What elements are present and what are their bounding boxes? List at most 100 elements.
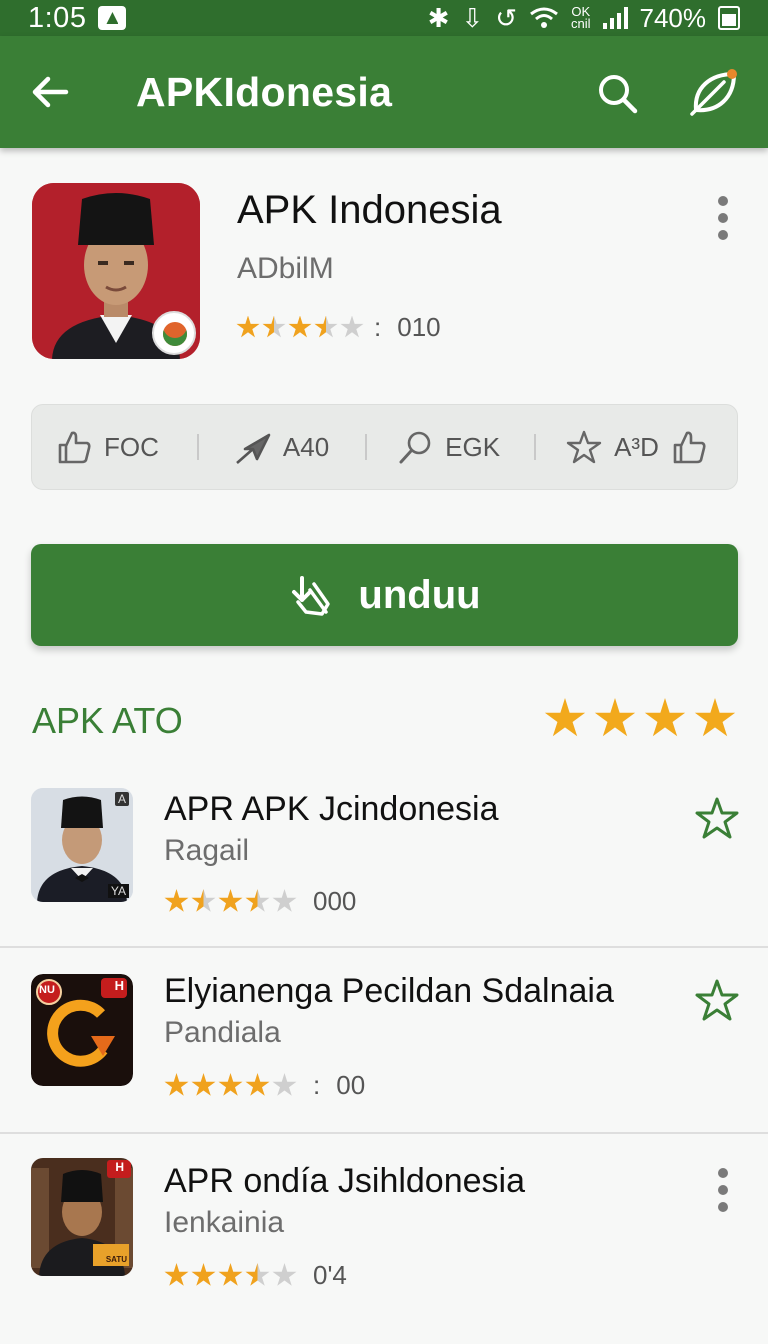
leaf-icon[interactable] (688, 66, 740, 118)
list-item-rating: 000 (164, 886, 356, 917)
list-item[interactable]: A YA APR APK Jcindonesia Ragail 000 (0, 780, 768, 946)
star-icon (594, 698, 636, 737)
battery-icon (718, 6, 740, 30)
star-icon (314, 315, 338, 338)
download-icon: ⇩ (461, 2, 484, 33)
star-icon (164, 889, 189, 912)
list-item-name: APR ondíа Jsihldonesia (164, 1162, 526, 1200)
star-icon (288, 315, 312, 338)
star-icon (340, 315, 364, 338)
star-icon (272, 1263, 297, 1286)
search-icon[interactable] (596, 72, 638, 114)
thumbnail-tag: YA (107, 884, 129, 898)
list-item-rating: 0'4 (164, 1260, 347, 1291)
download-label: unduu (358, 572, 481, 617)
thumbnail-tag: NU (39, 984, 55, 996)
download-tap-icon (292, 576, 331, 616)
plane-icon (236, 433, 271, 464)
wifi-icon (530, 7, 558, 28)
section-rating (544, 698, 736, 740)
divider (534, 434, 537, 460)
star-icon (272, 1073, 297, 1096)
list-item-developer: Ienkainia (164, 1206, 285, 1239)
star-icon (218, 1073, 243, 1096)
section-title: APK ATO (32, 700, 183, 741)
status-time: 1:05 (28, 1, 87, 34)
app-rating: : 010 (236, 312, 441, 343)
app-developer[interactable]: ADbilM (237, 252, 334, 286)
list-divider (0, 1132, 768, 1134)
action-label: EGK (445, 431, 501, 462)
status-icons: ✱ ⇩ ↺ OK cnil 740% (428, 3, 740, 34)
star-icon (245, 1073, 270, 1096)
action-label: FOC (104, 431, 159, 462)
rating-separator: : (374, 312, 382, 342)
star-icon (566, 430, 602, 464)
star-icon (164, 1263, 189, 1286)
star-icon (544, 698, 586, 737)
list-item[interactable]: H NU Elyianenga Pecildan Sdalnaia Pandia… (0, 962, 768, 1132)
list-item-count: 00 (336, 1070, 366, 1100)
rating-count: 010 (397, 312, 441, 342)
list-item-count: 000 (313, 886, 357, 916)
notification-icon (98, 6, 127, 30)
action-label: A40 (282, 431, 330, 462)
thumbnail-tag: A (114, 792, 129, 806)
app-thumbnail: H NU (31, 974, 133, 1086)
more-vert-icon[interactable] (718, 196, 728, 240)
app-thumbnail: H SATU (31, 1158, 133, 1276)
star-outline-icon[interactable] (694, 796, 740, 842)
star-icon (218, 889, 243, 912)
divider (196, 434, 199, 460)
rating-separator: : (313, 1070, 321, 1100)
signal-icon (602, 7, 628, 29)
app-name: APK Indonesia (237, 188, 502, 232)
action-egk[interactable]: EGK (397, 405, 500, 489)
arrow-left-icon[interactable] (30, 72, 70, 112)
star-icon (262, 315, 286, 338)
more-vert-icon[interactable] (718, 1168, 728, 1212)
divider (365, 434, 368, 460)
list-item-name: Elyianenga Pecildan Sdalnaia (164, 972, 614, 1010)
star-icon (191, 1263, 216, 1286)
app-thumbnail: A YA (31, 788, 133, 902)
thumbnail-tag: SATU (105, 1255, 127, 1264)
download-button[interactable]: unduu (31, 544, 738, 646)
list-divider (0, 946, 768, 948)
action-a40[interactable]: A40 (235, 405, 329, 489)
list-item-developer: Ragail (164, 834, 250, 867)
list-item-rating: : 00 (164, 1070, 365, 1101)
app-icon (32, 183, 200, 359)
star-outline-icon[interactable] (694, 978, 740, 1024)
status-bar: 1:05 ✱ ⇩ ↺ OK cnil 740% (0, 0, 768, 36)
star-icon (236, 315, 260, 338)
star-icon (272, 889, 297, 912)
action-foc[interactable]: FOC (56, 405, 159, 489)
star-icon (218, 1263, 243, 1286)
list-item-name: APR APK Jcindonesia (164, 790, 499, 828)
thumbs-up-icon (673, 431, 706, 464)
list-item[interactable]: H SATU APR ondíа Jsihldonesia Ienkainia … (0, 1148, 768, 1318)
battery-text: 740% (639, 2, 707, 33)
thumbnail-tag: H (114, 978, 124, 993)
action-bar: FOC A40 EGK A³D (31, 404, 738, 490)
toolbar-title: APKIdonesia (136, 68, 393, 115)
star-icon (245, 889, 270, 912)
action-a3d[interactable]: A³D (566, 405, 707, 489)
star-icon (694, 698, 736, 737)
list-item-developer: Pandiala (164, 1016, 281, 1049)
thumbs-up-icon (58, 431, 91, 464)
network-type-label: OK cnil (570, 4, 591, 31)
action-label: A³D (614, 431, 659, 462)
search-icon (399, 431, 431, 464)
app-badge-icon (152, 311, 196, 355)
app-bar: APKIdonesia (0, 36, 768, 148)
list-item-count: 0'4 (313, 1260, 347, 1290)
bluetooth-icon: ✱ (427, 2, 450, 33)
star-icon (245, 1263, 270, 1286)
star-icon (191, 889, 216, 912)
thumbnail-tag: H (115, 1160, 124, 1174)
star-icon (644, 698, 686, 737)
star-icon (164, 1073, 189, 1096)
star-icon (191, 1073, 216, 1096)
